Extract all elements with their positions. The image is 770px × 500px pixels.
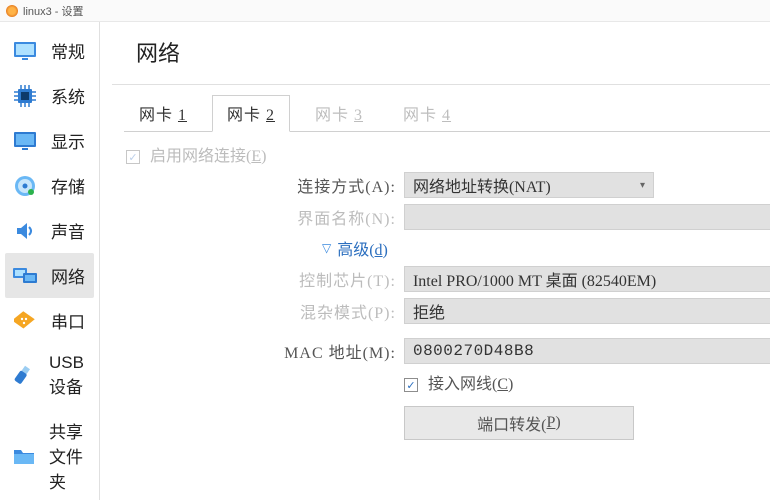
tab-adapter-2[interactable]: 网卡 2: [212, 95, 290, 132]
tab-adapter-1[interactable]: 网卡 1: [124, 95, 202, 132]
chip-icon: [13, 85, 37, 107]
advanced-toggle[interactable]: ▽ 高级(d): [104, 236, 770, 260]
sidebar-label: 显示: [51, 128, 85, 153]
sidebar-item-serial[interactable]: 串口: [5, 298, 94, 343]
sidebar-item-shared[interactable]: 共享文件夹: [5, 408, 94, 500]
mac-label: MAC 地址(M):: [104, 339, 404, 363]
promisc-label: 混杂模式(P):: [104, 299, 404, 323]
folder-icon: [13, 445, 35, 467]
app-icon: [6, 5, 18, 17]
tab-adapter-4[interactable]: 网卡 4: [388, 95, 466, 132]
sidebar-item-display[interactable]: 显示: [5, 118, 94, 163]
sidebar: 常规 系统 显示 存储 声音 网络: [0, 22, 100, 500]
triangle-down-icon: ▽: [322, 241, 331, 256]
port-forward-button[interactable]: 端口转发(P): [404, 406, 634, 440]
network-icon: [13, 265, 37, 287]
sidebar-item-system[interactable]: 系统: [5, 73, 94, 118]
attach-mode-select[interactable]: 网络地址转换(NAT) ▾: [404, 172, 654, 198]
sidebar-item-storage[interactable]: 存储: [5, 163, 94, 208]
enable-network-row: ✓ 启用网络连接(E): [104, 142, 770, 166]
disk-icon: [13, 175, 37, 197]
sidebar-label: 串口: [51, 308, 85, 333]
speaker-icon: [13, 220, 37, 242]
attach-label: 连接方式(A):: [104, 173, 404, 197]
ifname-label: 界面名称(N):: [104, 205, 404, 229]
main-panel: 网络 网卡 1 网卡 2 网卡 3 网卡 4 ✓ 启用网络连接(E) 连接方式(…: [100, 22, 770, 500]
chevron-down-icon: ▾: [640, 180, 645, 191]
monitor-icon: [13, 40, 37, 62]
page-title: 网络: [112, 22, 770, 85]
sidebar-label: 存储: [51, 173, 85, 198]
sidebar-item-usb[interactable]: USB设备: [5, 343, 94, 408]
sidebar-label: USB设备: [49, 353, 86, 398]
sidebar-item-general[interactable]: 常规: [5, 28, 94, 73]
titlebar: linux3 - 设置: [0, 0, 770, 22]
sidebar-item-network[interactable]: 网络: [5, 253, 94, 298]
sidebar-label: 共享文件夹: [49, 418, 86, 493]
display-icon: [13, 130, 37, 152]
network-form: ✓ 启用网络连接(E) 连接方式(A): 网络地址转换(NAT) ▾ 界面名称(…: [100, 132, 770, 446]
usb-icon: [13, 365, 35, 387]
promisc-select[interactable]: 拒绝: [404, 298, 770, 324]
sidebar-label: 网络: [51, 263, 85, 288]
serial-icon: [13, 310, 37, 332]
advanced-label: 高级(d): [337, 236, 388, 260]
sidebar-item-audio[interactable]: 声音: [5, 208, 94, 253]
ifname-field[interactable]: [404, 204, 770, 230]
enable-network-label: 启用网络连接(E): [150, 148, 266, 165]
mac-field[interactable]: 0800270D48B8: [404, 338, 770, 364]
cable-checkbox[interactable]: ✓: [404, 378, 418, 392]
attach-mode-value: 网络地址转换(NAT): [413, 173, 551, 197]
adapter-tabs: 网卡 1 网卡 2 网卡 3 网卡 4: [100, 85, 770, 132]
controller-label: 控制芯片(T):: [104, 267, 404, 291]
sidebar-label: 系统: [51, 83, 85, 108]
sidebar-label: 常规: [51, 38, 85, 63]
cable-label: 接入网线(C): [428, 376, 513, 393]
enable-network-checkbox[interactable]: ✓: [126, 150, 140, 164]
sidebar-label: 声音: [51, 218, 85, 243]
window-title: linux3 - 设置: [23, 3, 84, 19]
tab-adapter-3[interactable]: 网卡 3: [300, 95, 378, 132]
controller-select[interactable]: Intel PRO/1000 MT 桌面 (82540EM): [404, 266, 770, 292]
